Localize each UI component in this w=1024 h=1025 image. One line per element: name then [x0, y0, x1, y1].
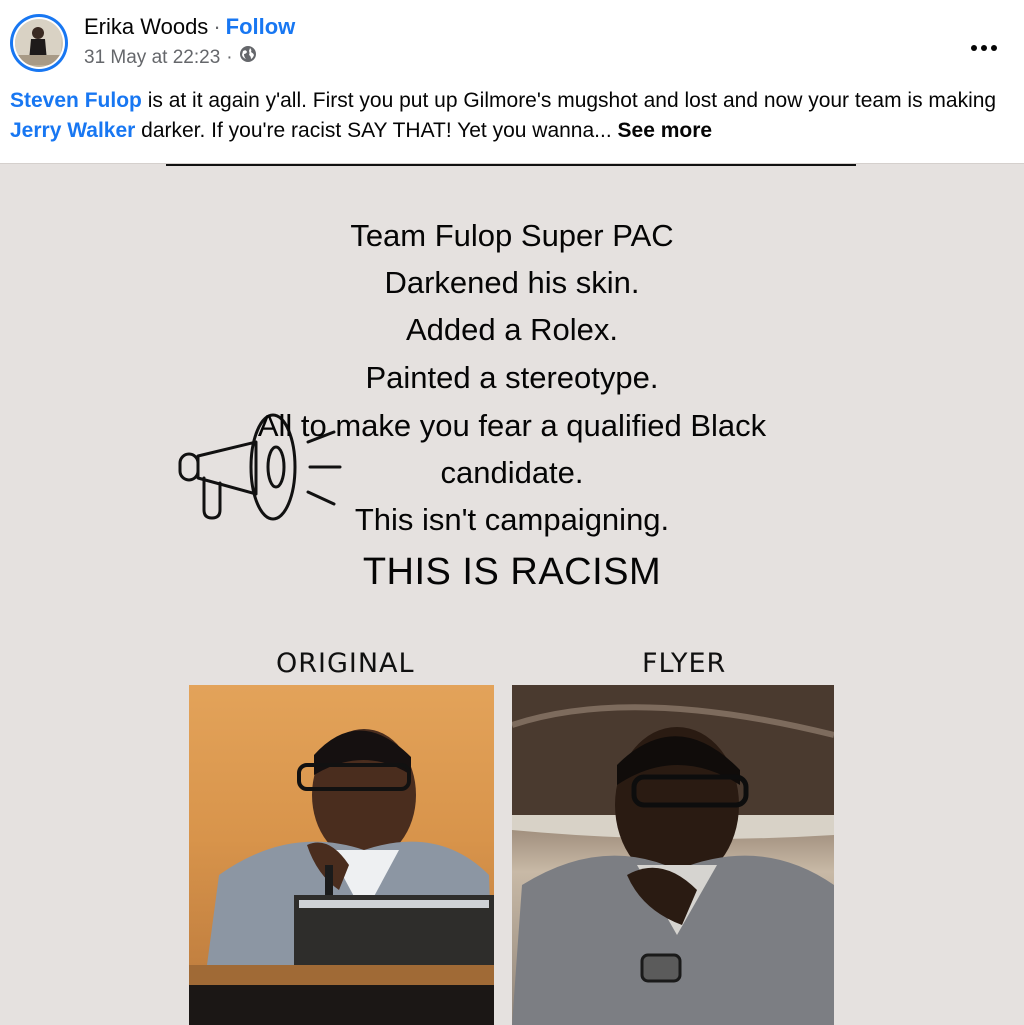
- post-image[interactable]: Team Fulop Super PAC Darkened his skin. …: [0, 163, 1024, 1025]
- post-header: Erika Woods · Follow 31 May at 22:23 ·: [0, 0, 1024, 80]
- flyer-headline: THIS IS RACISM: [362, 551, 662, 593]
- author-avatar[interactable]: [10, 14, 68, 72]
- flyer-line-1: Team Fulop Super PAC: [350, 218, 674, 253]
- flyer-line-4: Painted a stereotype.: [365, 360, 659, 395]
- label-flyer: FLYER: [642, 648, 727, 679]
- author-line: Erika Woods · Follow: [84, 13, 295, 41]
- post-text-part1: is at it again y'all. First you put up G…: [141, 89, 997, 112]
- flyer-line-6: candidate.: [440, 455, 584, 490]
- original-photo: [189, 685, 494, 1025]
- flyer-line-2: Darkened his skin.: [384, 265, 640, 300]
- post-timestamp[interactable]: 31 May at 22:23: [84, 45, 220, 71]
- image-divider: [166, 164, 856, 166]
- post-text-part2: darker. If you're racist SAY THAT! Yet y…: [135, 119, 618, 142]
- mention-jerry-walker[interactable]: Jerry Walker: [10, 119, 135, 142]
- see-more-link[interactable]: See more: [618, 119, 713, 142]
- name-separator: ·: [213, 14, 221, 39]
- follow-button[interactable]: Follow: [226, 14, 296, 39]
- meta-separator: ·: [226, 47, 233, 68]
- globe-icon: [239, 45, 257, 71]
- label-original: ORIGINAL: [276, 648, 415, 679]
- post-text: Steven Fulop is at it again y'all. First…: [10, 86, 1010, 146]
- more-options-icon[interactable]: [970, 28, 998, 59]
- post-meta: 31 May at 22:23 ·: [84, 45, 257, 71]
- flyer-line-3: Added a Rolex.: [406, 312, 618, 347]
- flyer-line-5: All to make you fear a qualified Black: [257, 408, 767, 443]
- avatar-photo: [15, 19, 63, 67]
- mention-steven-fulop[interactable]: Steven Fulop: [10, 89, 142, 112]
- flyer-photo: [512, 685, 834, 1025]
- flyer-line-7: This isn't campaigning.: [354, 502, 670, 537]
- author-name[interactable]: Erika Woods: [84, 14, 208, 39]
